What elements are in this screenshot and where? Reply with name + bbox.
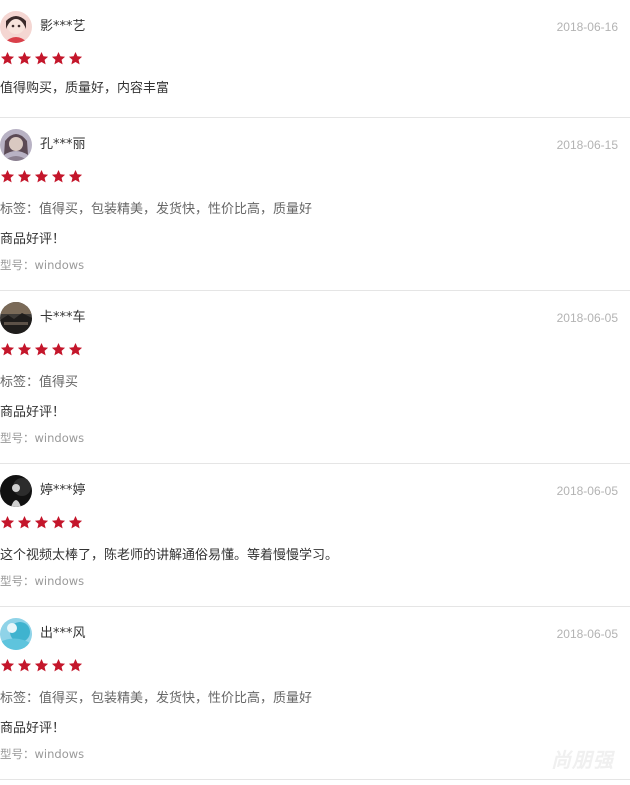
star-icon: [17, 169, 32, 183]
review-date: 2018-06-05: [556, 627, 618, 641]
star-icon: [68, 342, 83, 356]
review-date: 2018-06-16: [556, 20, 618, 34]
star-icon: [51, 658, 66, 672]
review-item: 婷***婷 2018-06-05 这个视频太棒了，陈老师的讲解通俗易懂。等着慢慢…: [0, 464, 630, 607]
star-icon: [0, 658, 15, 672]
star-icon: [17, 342, 32, 356]
user-name: 孔***丽: [40, 137, 86, 152]
user-avatar-icon[interactable]: [0, 475, 32, 507]
product-model: 型号：windows: [0, 747, 85, 761]
star-icon: [17, 515, 32, 529]
user-name: 婷***婷: [40, 483, 86, 498]
star-icon: [68, 658, 83, 672]
star-icon: [0, 169, 15, 183]
star-rating: [0, 169, 83, 185]
star-icon: [0, 51, 15, 65]
product-model: 型号：windows: [0, 574, 85, 588]
review-content: 商品好评！: [0, 721, 66, 736]
star-icon: [51, 169, 66, 183]
star-icon: [17, 51, 32, 65]
star-icon: [34, 342, 49, 356]
review-tags: 标签：值得买，包装精美，发货快，性价比高，质量好: [0, 691, 313, 706]
star-rating: [0, 51, 83, 67]
star-icon: [68, 169, 83, 183]
review-content: 值得购买，质量好，内容丰富: [0, 81, 170, 96]
review-item: 影***艺 2018-06-16 值得购买，质量好，内容丰富: [0, 0, 630, 118]
star-icon: [51, 515, 66, 529]
review-date: 2018-06-15: [556, 138, 618, 152]
star-icon: [68, 515, 83, 529]
review-content: 商品好评！: [0, 232, 66, 247]
user-avatar-icon[interactable]: [0, 618, 32, 650]
star-rating: [0, 342, 83, 358]
watermark-logo: 尚朋强: [551, 748, 614, 772]
review-content: 这个视频太棒了，陈老师的讲解通俗易懂。等着慢慢学习。: [0, 548, 339, 563]
star-icon: [0, 342, 15, 356]
user-name: 影***艺: [40, 19, 86, 34]
star-icon: [17, 658, 32, 672]
star-rating: [0, 515, 83, 531]
review-content: 商品好评！: [0, 405, 66, 420]
review-date: 2018-06-05: [556, 311, 618, 325]
review-tags: 标签：值得买，包装精美，发货快，性价比高，质量好: [0, 202, 313, 217]
star-rating: [0, 658, 83, 674]
star-icon: [34, 515, 49, 529]
review-list: 影***艺 2018-06-16 值得购买，质量好，内容丰富 孔***丽 201…: [0, 0, 630, 780]
user-name: 卡***车: [40, 310, 86, 325]
star-icon: [68, 51, 83, 65]
star-icon: [34, 658, 49, 672]
star-icon: [34, 169, 49, 183]
star-icon: [0, 515, 15, 529]
star-icon: [51, 342, 66, 356]
star-icon: [51, 51, 66, 65]
review-item: 出***风 2018-06-05 标签：值得买，包装精美，发货快，性价比高，质量…: [0, 607, 630, 780]
review-tags: 标签：值得买: [0, 375, 79, 390]
star-icon: [34, 51, 49, 65]
user-name: 出***风: [40, 626, 86, 641]
review-item: 孔***丽 2018-06-15 标签：值得买，包装精美，发货快，性价比高，质量…: [0, 118, 630, 291]
review-item: 卡***车 2018-06-05 标签：值得买 商品好评！ 型号：windows: [0, 291, 630, 464]
user-avatar-icon[interactable]: [0, 129, 32, 161]
product-model: 型号：windows: [0, 258, 85, 272]
product-model: 型号：windows: [0, 431, 85, 445]
user-avatar-icon[interactable]: [0, 11, 32, 43]
user-avatar-icon[interactable]: [0, 302, 32, 334]
review-date: 2018-06-05: [556, 484, 618, 498]
